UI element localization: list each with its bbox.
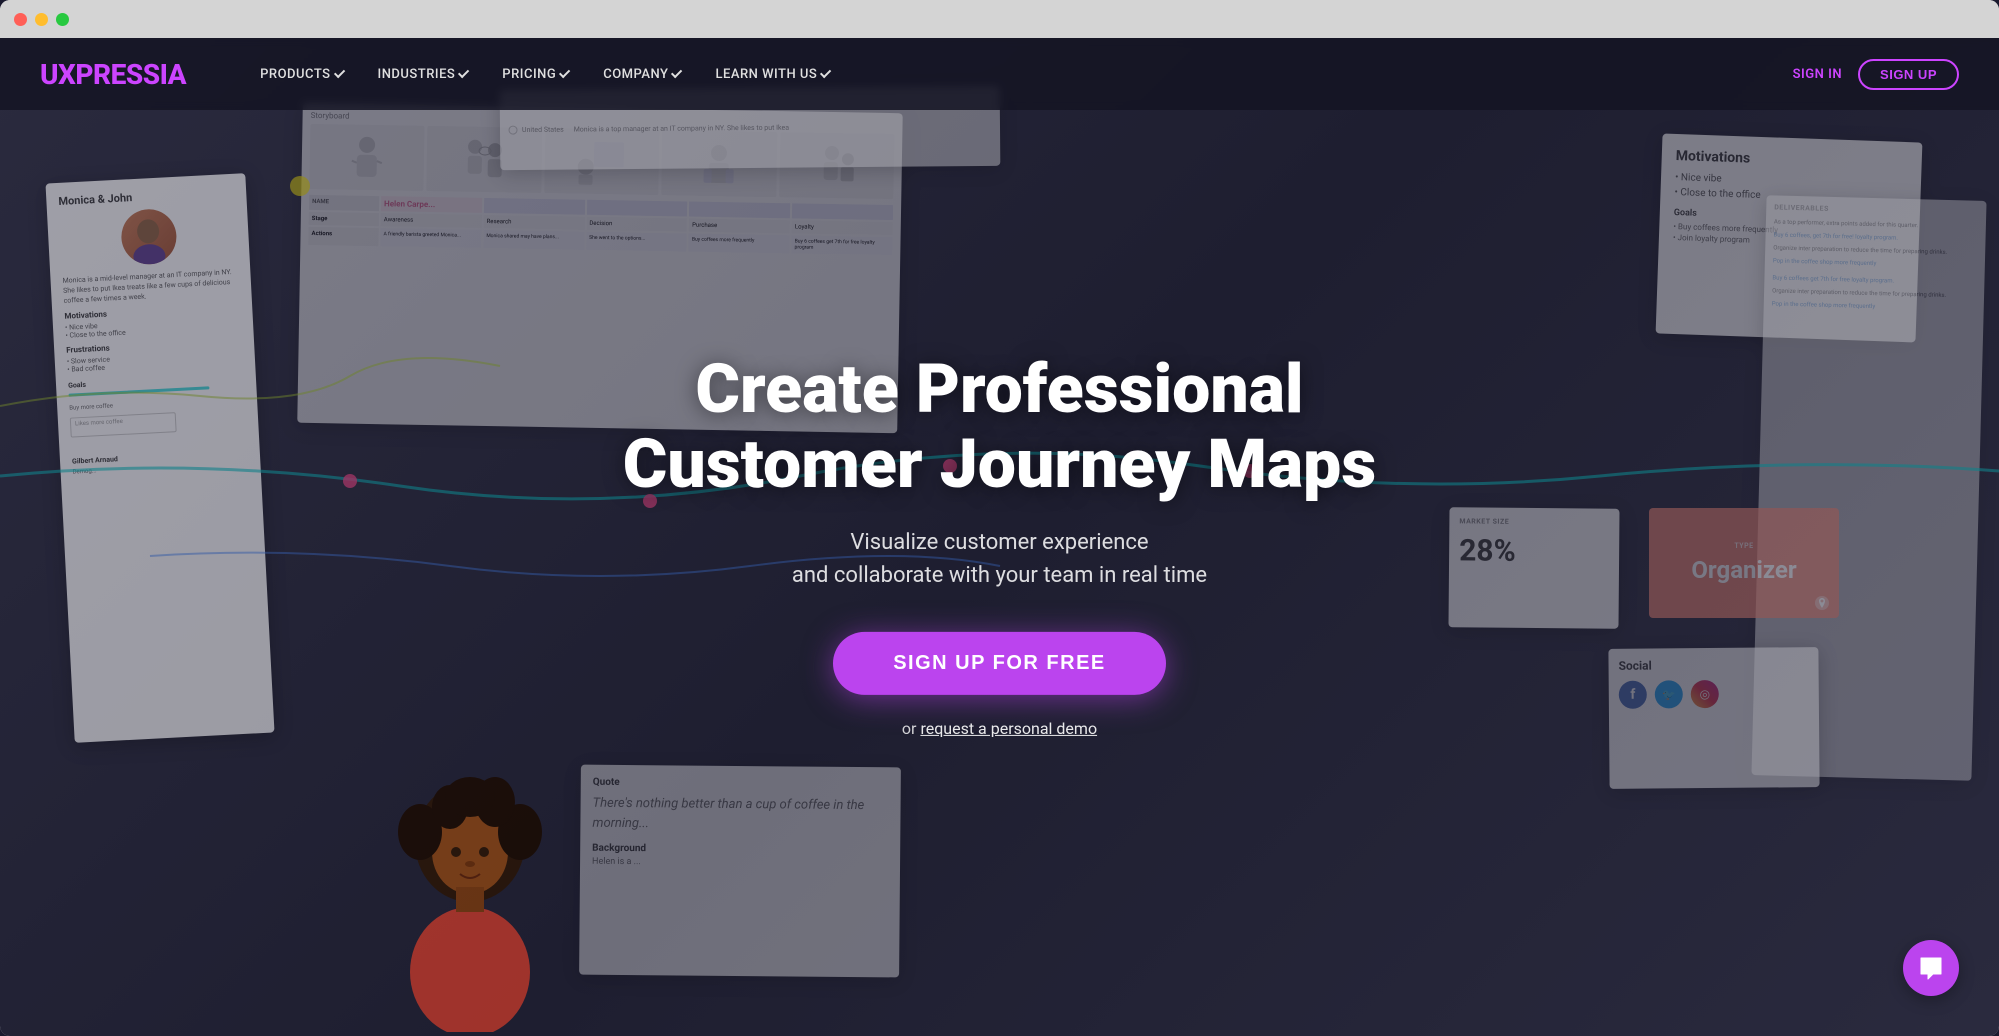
nav-products[interactable]: PRODUCTS xyxy=(246,61,359,88)
nav-company-label: COMPANY xyxy=(603,67,668,82)
market-size-label: MARKET SIZE xyxy=(1459,517,1609,526)
nav-industries[interactable]: INDUSTRIES xyxy=(364,61,485,88)
social-card: Social f 🐦 ◎ xyxy=(1608,647,1819,789)
persona-card: Monica & John Monica is a mid-level mana… xyxy=(45,173,274,743)
browser-content: Monica & John Monica is a mid-level mana… xyxy=(0,38,1999,1036)
products-chevron-icon xyxy=(333,67,344,78)
motivations-card-title: Motivations xyxy=(1676,148,1908,172)
nav-auth: SIGN IN SIGN UP xyxy=(1793,59,1959,90)
chat-icon xyxy=(1918,955,1944,981)
facebook-icon: f xyxy=(1619,681,1647,709)
signin-button[interactable]: SIGN IN xyxy=(1793,67,1842,82)
nav-links: PRODUCTS INDUSTRIES PRICING COMPANY LEAR… xyxy=(246,61,1793,88)
hero-subtitle-line2: and collaborate with your team in real t… xyxy=(792,563,1207,588)
demo-link[interactable]: request a personal demo xyxy=(920,719,1097,738)
type-label: TYPE xyxy=(1734,542,1753,550)
nav-learn-label: LEARN WITH US xyxy=(715,67,817,82)
hero-subtitle: Visualize customer experience and collab… xyxy=(600,526,1400,592)
persona-figure xyxy=(380,752,560,1036)
signup-button[interactable]: SIGN UP xyxy=(1858,59,1959,90)
cta-button[interactable]: SIGN UP FOR FREE xyxy=(833,632,1166,695)
background-text: Helen is a ... xyxy=(592,857,888,870)
quote-label: Quote xyxy=(593,777,889,791)
hero-section: Create Professional Customer Journey Map… xyxy=(600,352,1400,738)
industries-chevron-icon xyxy=(458,67,469,78)
helen-name: Helen Carpe... xyxy=(381,196,482,213)
market-size-value: 28% xyxy=(1459,533,1609,569)
navbar: UXPRESSIA PRODUCTS INDUSTRIES PRICING CO… xyxy=(0,38,1999,110)
demo-prefix: or xyxy=(902,719,921,738)
nav-products-label: PRODUCTS xyxy=(260,67,330,82)
nav-learn[interactable]: LEARN WITH US xyxy=(701,61,846,88)
persona-bio: Monica is a mid-level manager at an IT c… xyxy=(62,268,239,307)
hero-demo-text: or request a personal demo xyxy=(600,719,1400,738)
quote-text: There's nothing better than a cup of cof… xyxy=(592,794,888,836)
browser-titlebar xyxy=(0,0,1999,38)
social-label: Social xyxy=(1618,657,1808,673)
hero-title: Create Professional Customer Journey Map… xyxy=(600,352,1400,502)
nav-pricing-label: PRICING xyxy=(502,67,556,82)
nav-industries-label: INDUSTRIES xyxy=(378,67,456,82)
company-chevron-icon xyxy=(671,67,682,78)
pricing-chevron-icon xyxy=(559,67,570,78)
minimize-button[interactable] xyxy=(35,13,48,26)
learn-chevron-icon xyxy=(820,67,831,78)
nav-company[interactable]: COMPANY xyxy=(589,61,697,88)
quote-card: Quote There's nothing better than a cup … xyxy=(579,765,901,978)
hero-title-line1: Create Professional xyxy=(695,349,1303,429)
twitter-icon: 🐦 xyxy=(1655,680,1683,708)
nav-pricing[interactable]: PRICING xyxy=(488,61,585,88)
browser-window: Monica & John Monica is a mid-level mana… xyxy=(0,0,1999,1036)
persona-name: Monica & John xyxy=(58,186,234,208)
chat-widget[interactable] xyxy=(1903,940,1959,996)
hero-subtitle-line1: Visualize customer experience xyxy=(850,530,1148,555)
hero-title-line2: Customer Journey Maps xyxy=(623,424,1376,504)
background-label: Background xyxy=(592,843,888,857)
close-button[interactable] xyxy=(14,13,27,26)
market-size-card: MARKET SIZE 28% xyxy=(1448,507,1619,628)
organizer-card: TYPE Organizer xyxy=(1649,508,1839,618)
instagram-icon: ◎ xyxy=(1691,680,1719,708)
maximize-button[interactable] xyxy=(56,13,69,26)
organizer-label: Organizer xyxy=(1691,556,1796,584)
logo[interactable]: UXPRESSIA xyxy=(40,58,186,91)
